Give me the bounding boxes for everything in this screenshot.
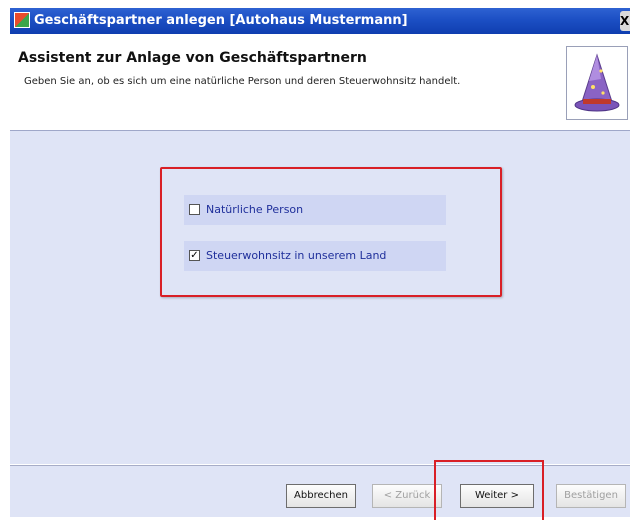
wizard-title: Assistent zur Anlage von Geschäftspartne… — [18, 50, 367, 66]
app-icon — [14, 12, 30, 28]
wizard-footer: Abbrechen < Zurück Weiter > Bestätigen — [10, 460, 630, 520]
natural-person-checkbox[interactable] — [189, 204, 200, 215]
back-button[interactable]: < Zurück — [372, 484, 442, 508]
cancel-button[interactable]: Abbrechen — [286, 484, 356, 508]
next-highlight-frame — [434, 460, 544, 520]
option-natural-person[interactable]: Natürliche Person — [184, 195, 446, 225]
close-button[interactable]: X — [620, 11, 630, 31]
tax-residence-label: Steuerwohnsitz in unserem Land — [206, 249, 387, 262]
tax-residence-checkbox[interactable]: ✓ — [189, 250, 200, 261]
wizard-hat-icon — [566, 46, 628, 120]
natural-person-label: Natürliche Person — [206, 203, 304, 216]
wizard-subtitle: Geben Sie an, ob es sich um eine natürli… — [24, 76, 461, 87]
confirm-button[interactable]: Bestätigen — [556, 484, 626, 508]
wizard-content: Natürliche Person ✓ Steuerwohnsitz in un… — [10, 131, 630, 464]
option-tax-residence[interactable]: ✓ Steuerwohnsitz in unserem Land — [184, 241, 446, 271]
wizard-header: Assistent zur Anlage von Geschäftspartne… — [10, 34, 630, 131]
window-titlebar: Geschäftspartner anlegen [Autohaus Muste… — [10, 8, 630, 34]
highlight-frame — [160, 167, 502, 297]
window-title: Geschäftspartner anlegen [Autohaus Muste… — [34, 13, 408, 28]
